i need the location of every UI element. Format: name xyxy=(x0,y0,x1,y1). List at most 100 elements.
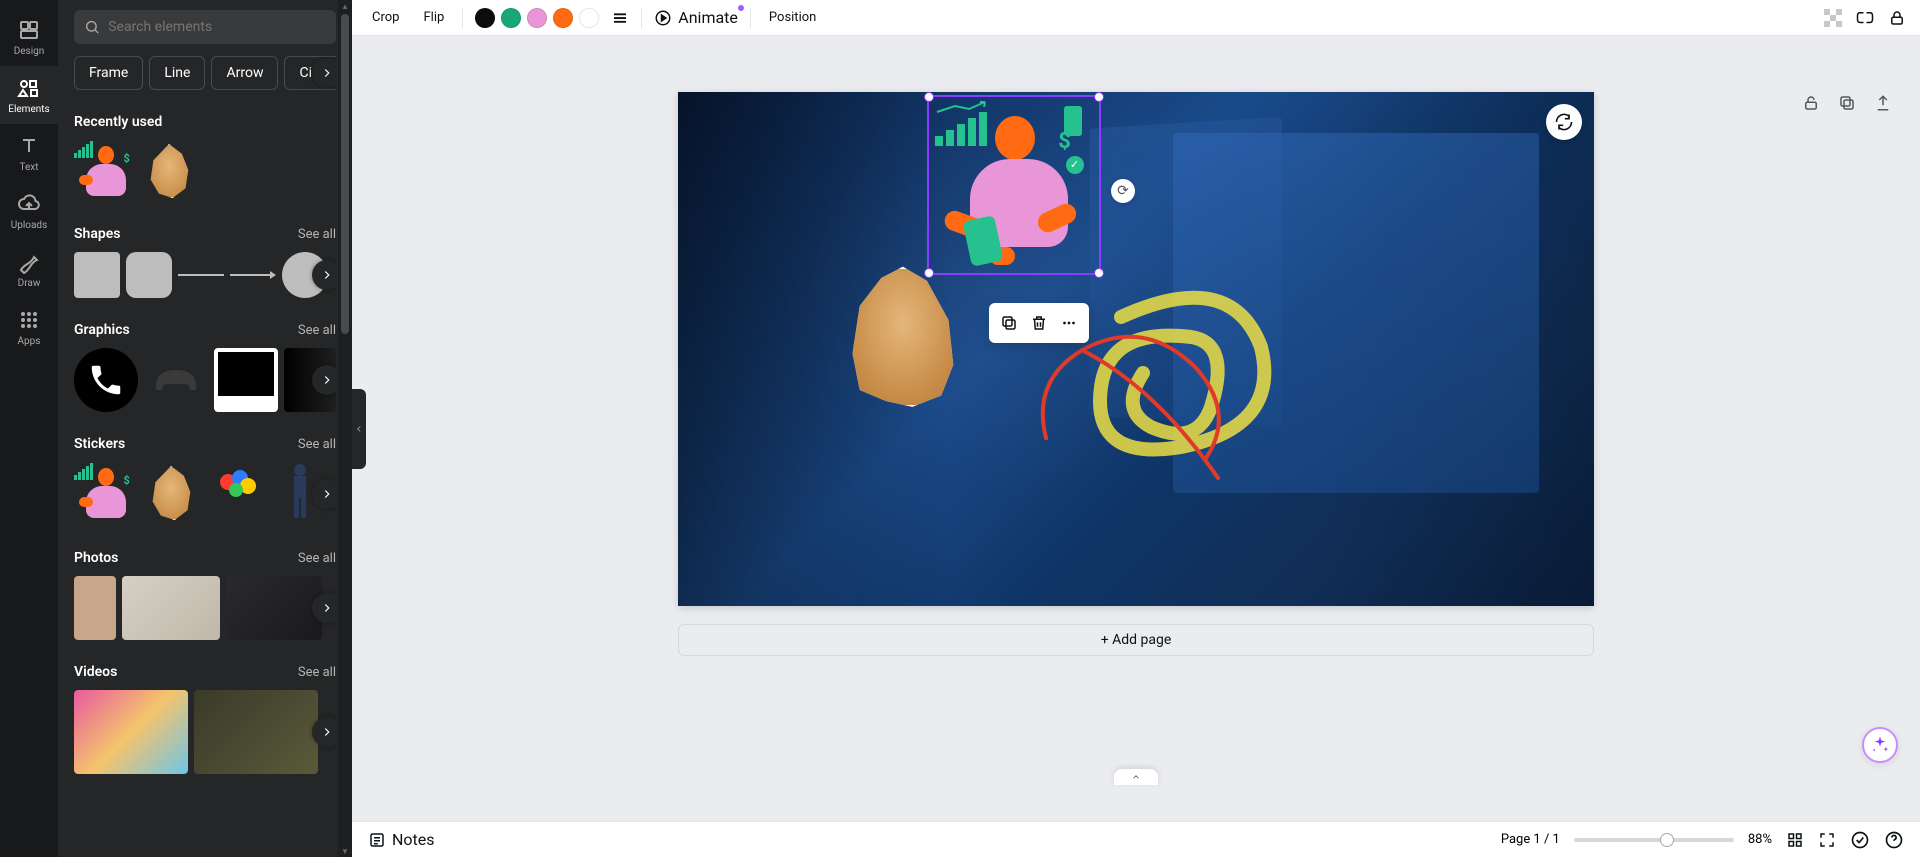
grid-view-icon[interactable] xyxy=(1786,831,1804,849)
help-icon[interactable] xyxy=(1884,830,1904,850)
search-input[interactable] xyxy=(108,19,326,35)
crop-button[interactable]: Crop xyxy=(366,6,405,29)
chip-arrow[interactable]: Arrow xyxy=(211,56,278,90)
video-thumb-1[interactable] xyxy=(74,690,188,774)
section-graphics-title: Graphics xyxy=(74,322,130,338)
float-toolbar xyxy=(989,303,1089,343)
swatch-5[interactable] xyxy=(579,8,599,28)
nav-apps-label: Apps xyxy=(18,336,41,347)
separator xyxy=(641,8,642,28)
section-shapes-title: Shapes xyxy=(74,226,120,242)
sticker-thumb-man[interactable]: $ xyxy=(74,462,138,526)
graphic-phone-silhouette[interactable] xyxy=(144,348,208,412)
swatch-4[interactable] xyxy=(553,8,573,28)
graphics-next-icon[interactable] xyxy=(312,365,336,395)
photos-see-all[interactable]: See all xyxy=(298,551,336,566)
refresh-button[interactable] xyxy=(1546,104,1582,140)
search-box[interactable] xyxy=(74,10,336,44)
dog-sticker[interactable] xyxy=(843,267,963,407)
page-duplicate-icon[interactable] xyxy=(1834,90,1860,116)
photo-thumb-2[interactable] xyxy=(122,576,220,640)
delete-icon[interactable] xyxy=(1025,309,1053,337)
nav-elements-label: Elements xyxy=(8,104,49,115)
add-page-button[interactable]: + Add page xyxy=(678,624,1594,656)
graphics-see-all[interactable]: See all xyxy=(298,323,336,338)
notes-button[interactable]: Notes xyxy=(368,830,435,849)
duplicate-icon[interactable] xyxy=(995,309,1023,337)
recent-thumb-dog[interactable] xyxy=(142,140,204,202)
shape-arrow[interactable] xyxy=(230,252,276,298)
stickers-see-all[interactable]: See all xyxy=(298,437,336,452)
swatch-2[interactable] xyxy=(501,8,521,28)
nav-draw[interactable]: Draw xyxy=(0,240,58,298)
graphic-phone-circle[interactable] xyxy=(74,348,138,412)
fullscreen-icon[interactable] xyxy=(1818,831,1836,849)
shape-square[interactable] xyxy=(74,252,120,298)
photos-next-icon[interactable] xyxy=(312,593,336,623)
shape-rounded-square[interactable] xyxy=(126,252,172,298)
animate-button[interactable]: Animate xyxy=(654,8,738,27)
search-icon xyxy=(84,18,100,36)
more-icon[interactable] xyxy=(1055,309,1083,337)
man-check-icon: ✓ xyxy=(1066,156,1084,174)
page-lock-icon[interactable] xyxy=(1798,90,1824,116)
color-swatches xyxy=(475,8,599,28)
canvas-page[interactable]: $ ✓ ⟳ xyxy=(678,92,1594,606)
sidebar-scrollbar[interactable]: ▲ ▼ xyxy=(338,0,352,857)
top-toolbar: Crop Flip Animate Position xyxy=(352,0,1920,36)
shapes-next-icon[interactable] xyxy=(312,260,336,290)
flip-button[interactable]: Flip xyxy=(417,6,450,29)
nav-design-label: Design xyxy=(14,46,45,57)
nav-apps[interactable]: Apps xyxy=(0,298,58,356)
rotate-handle-side[interactable]: ⟳ xyxy=(1111,179,1135,203)
link-icon[interactable] xyxy=(1856,9,1874,27)
recent-thumb-man[interactable]: $ xyxy=(74,140,136,202)
nav-elements[interactable]: Elements xyxy=(0,66,58,124)
swatch-3[interactable] xyxy=(527,8,547,28)
nav-draw-label: Draw xyxy=(18,278,41,289)
bottom-bar: Notes Page 1 / 1 88% xyxy=(352,821,1920,857)
photo-thumb-3[interactable] xyxy=(226,576,322,640)
shapes-see-all[interactable]: See all xyxy=(298,227,336,242)
page-export-icon[interactable] xyxy=(1870,90,1896,116)
zoom-value[interactable]: 88% xyxy=(1748,832,1772,847)
man-sticker[interactable]: $ ✓ xyxy=(935,103,1093,267)
videos-see-all[interactable]: See all xyxy=(298,665,336,680)
transparency-icon[interactable] xyxy=(1824,9,1842,27)
lock-icon[interactable] xyxy=(1888,9,1906,27)
position-button[interactable]: Position xyxy=(763,6,822,29)
nav-text[interactable]: Text xyxy=(0,124,58,182)
chips-next-icon[interactable] xyxy=(312,58,336,88)
section-videos-title: Videos xyxy=(74,664,117,680)
chip-line[interactable]: Line xyxy=(149,56,205,90)
sticker-thumb-dog[interactable] xyxy=(144,462,208,526)
swatch-1[interactable] xyxy=(475,8,495,28)
section-recent-title: Recently used xyxy=(74,114,162,130)
selection-box[interactable]: $ ✓ xyxy=(929,97,1099,273)
red-marker[interactable] xyxy=(1026,328,1236,488)
list-icon[interactable] xyxy=(611,9,629,27)
videos-next-icon[interactable] xyxy=(312,717,336,747)
photo-thumb-1[interactable] xyxy=(74,576,116,640)
sticker-thumb-balloons[interactable] xyxy=(214,462,278,526)
page-indicator[interactable]: Page 1 / 1 xyxy=(1501,832,1560,847)
graphic-polaroid[interactable] xyxy=(214,348,278,412)
man-dollar-icon: $ xyxy=(1058,129,1071,154)
check-badge-icon[interactable] xyxy=(1850,830,1870,850)
section-stickers-title: Stickers xyxy=(74,436,125,452)
chip-frame[interactable]: Frame xyxy=(74,56,143,90)
collapse-panel-icon[interactable] xyxy=(352,389,366,469)
magic-fab-button[interactable] xyxy=(1862,727,1898,763)
nav-uploads[interactable]: Uploads xyxy=(0,182,58,240)
man-chart-icon xyxy=(935,106,989,146)
separator xyxy=(462,8,463,28)
nav-uploads-label: Uploads xyxy=(11,220,47,231)
show-pages-chevron-icon[interactable] xyxy=(1114,769,1158,785)
zoom-slider[interactable] xyxy=(1574,838,1734,842)
shape-line[interactable] xyxy=(178,252,224,298)
nav-design[interactable]: Design xyxy=(0,8,58,66)
stickers-next-icon[interactable] xyxy=(312,479,336,509)
chip-row: Frame Line Arrow Circle xyxy=(74,56,336,90)
nav-text-label: Text xyxy=(19,162,38,173)
video-thumb-2[interactable] xyxy=(194,690,318,774)
